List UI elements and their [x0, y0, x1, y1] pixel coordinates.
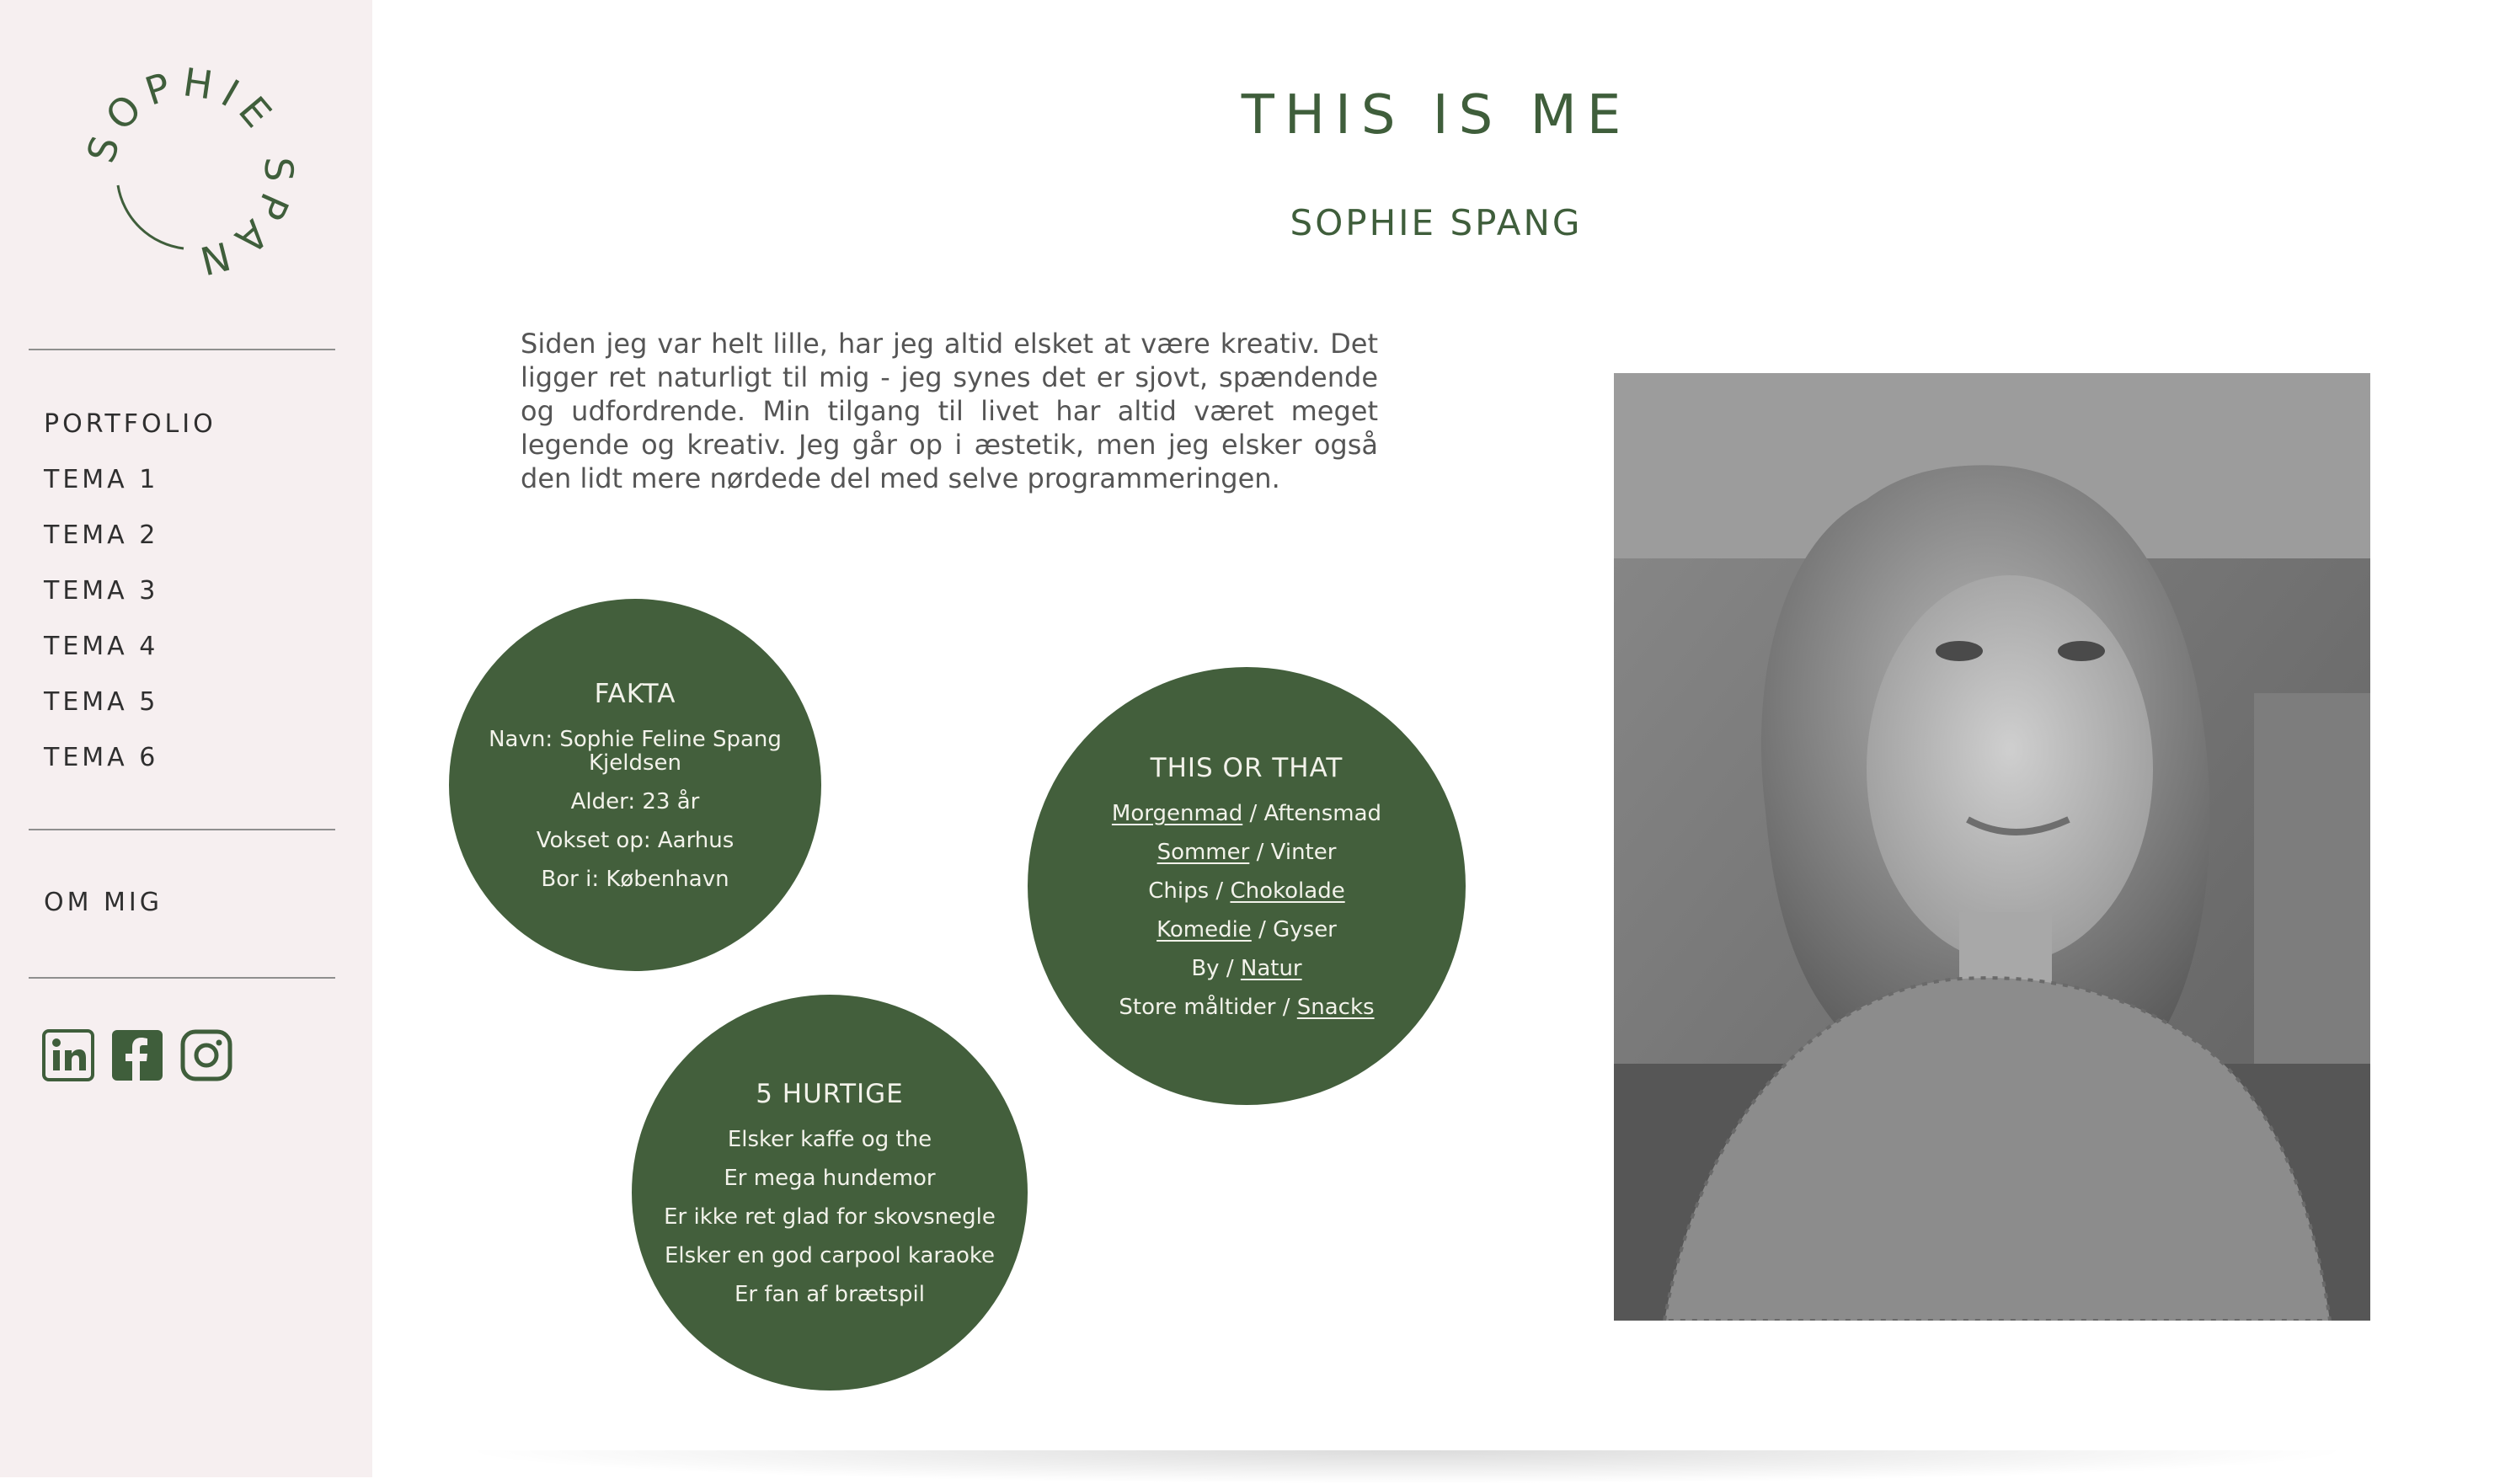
option: Aftensmad [1263, 801, 1382, 826]
this-or-that-item: Sommer / Vinter [1112, 841, 1381, 864]
sidebar-divider [29, 977, 335, 979]
this-or-that-circle: THIS OR THAT Morgenmad / Aftensmad Sommer… [1028, 667, 1466, 1105]
fakta-line: Vokset op: Aarhus [536, 828, 735, 853]
option-separator: / [1242, 801, 1264, 826]
social-links [42, 1029, 232, 1081]
sidebar: SOPHIE SPANG PORTFOLIO TEMA 1 TEMA 2 TEM… [0, 0, 372, 1477]
chosen-option: Natur [1240, 956, 1302, 981]
this-or-that-item: Komedie / Gyser [1112, 918, 1381, 942]
instagram-icon[interactable] [180, 1029, 232, 1081]
logo[interactable]: SOPHIE SPANG [56, 23, 303, 286]
option-separator: / [1209, 878, 1231, 904]
this-or-that-item: By / Natur [1112, 957, 1381, 980]
hurtige-line: Elsker en god carpool karaoke [664, 1243, 996, 1268]
option-separator: / [1249, 840, 1271, 865]
chosen-option: Chokolade [1230, 878, 1345, 904]
chosen-option: Morgenmad [1111, 801, 1243, 826]
option: Store måltider [1119, 995, 1276, 1020]
option-separator: / [1275, 995, 1297, 1020]
option: Vinter [1270, 840, 1337, 865]
option-separator: / [1251, 917, 1274, 942]
option: Chips [1148, 878, 1210, 904]
fakta-line: Bor i: København [541, 867, 729, 892]
option-separator: / [1219, 956, 1241, 981]
sidebar-nav: PORTFOLIO TEMA 1 TEMA 2 TEMA 3 TEMA 4 TE… [44, 408, 216, 797]
hurtige-line: Er mega hundemor [724, 1166, 936, 1191]
linkedin-icon[interactable] [42, 1029, 94, 1081]
nav-item-om-mig[interactable]: OM MIG [44, 888, 163, 917]
this-or-that-item: Store måltider / Snacks [1112, 996, 1381, 1019]
nav-item-tema-4[interactable]: TEMA 4 [44, 630, 216, 686]
chosen-option: Sommer [1157, 840, 1250, 865]
hurtige-line: Elsker kaffe og the [727, 1127, 932, 1152]
nav-item-portfolio[interactable]: PORTFOLIO [44, 408, 216, 463]
fakta-title: FAKTA [594, 679, 676, 709]
nav-item-tema-3[interactable]: TEMA 3 [44, 574, 216, 630]
this-or-that-item: Chips / Chokolade [1112, 879, 1381, 903]
svg-text:SOPHIE SPANG: SOPHIE SPANG [76, 59, 302, 286]
page-subtitle: SOPHIE SPANG [1290, 202, 1583, 243]
chosen-option: Komedie [1157, 917, 1252, 942]
sidebar-divider [29, 349, 335, 350]
logo-text: SOPHIE SPANG [56, 23, 293, 286]
nav-item-tema-2[interactable]: TEMA 2 [44, 519, 216, 574]
option: By [1191, 956, 1220, 981]
facebook-icon[interactable] [111, 1029, 163, 1081]
hurtige-line: Er ikke ret glad for skovsnegle [664, 1204, 996, 1230]
this-or-that-list: Morgenmad / Aftensmad Sommer / Vinter Chip… [1112, 802, 1381, 1019]
hurtige-circle: 5 HURTIGE Elsker kaffe og the Er mega hu… [632, 995, 1028, 1391]
this-or-that-title: THIS OR THAT [1150, 753, 1343, 783]
this-or-that-item: Morgenmad / Aftensmad [1112, 802, 1381, 825]
nav-item-tema-5[interactable]: TEMA 5 [44, 686, 216, 741]
intro-text: Siden jeg var helt lille, har jeg altid … [521, 328, 1378, 494]
nav-item-tema-1[interactable]: TEMA 1 [44, 463, 216, 519]
portrait-photo [1614, 373, 2370, 1321]
footer-shadow [455, 1450, 2358, 1484]
hurtige-title: 5 HURTIGE [756, 1079, 904, 1109]
page-title: THIS IS ME [1241, 84, 1632, 147]
fakta-line: Navn: Sophie Feline Spang Kjeldsen [489, 727, 782, 776]
circular-logo-mark: SOPHIE SPANG [56, 23, 302, 286]
fakta-circle: FAKTA Navn: Sophie Feline Spang Kjeldsen… [449, 599, 821, 971]
hurtige-line: Er fan af brætspil [735, 1282, 925, 1307]
option: Gyser [1273, 917, 1337, 942]
nav-item-tema-6[interactable]: TEMA 6 [44, 741, 216, 797]
chosen-option: Snacks [1296, 995, 1375, 1020]
sidebar-divider [29, 829, 335, 830]
fakta-line: Alder: 23 år [570, 789, 700, 814]
